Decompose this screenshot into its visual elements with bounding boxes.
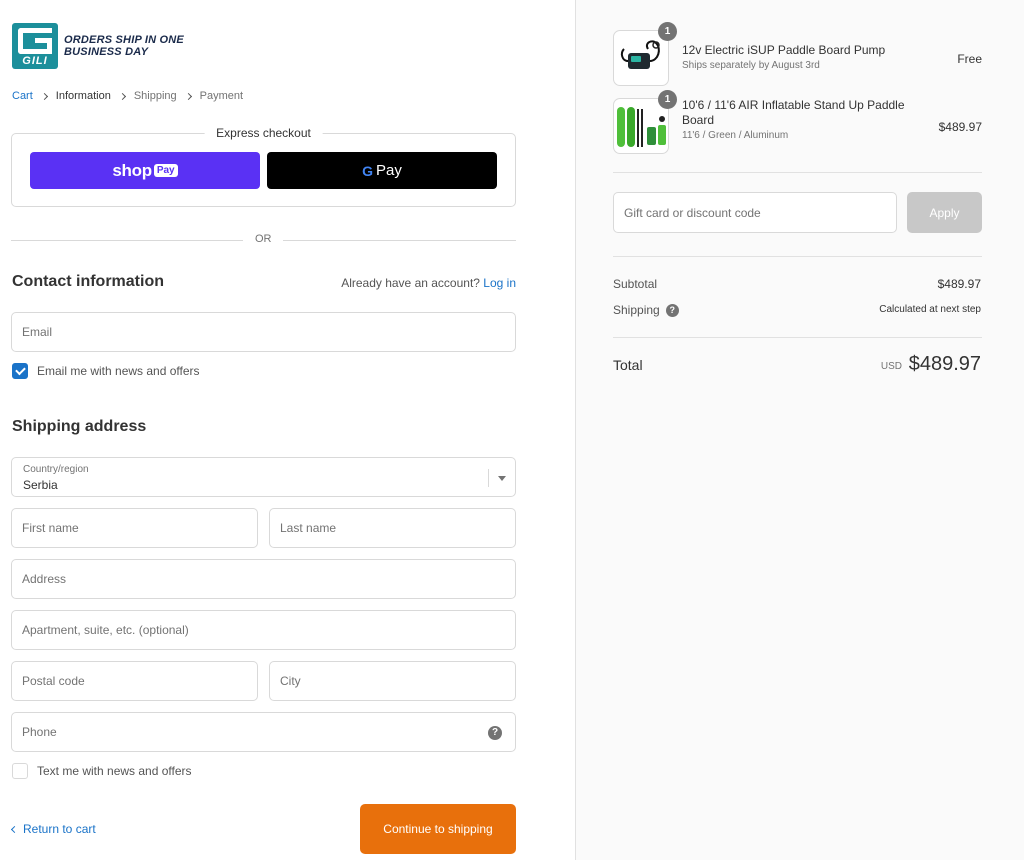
total-value: $489.97 (908, 353, 981, 375)
newsletter-option[interactable]: Email me with news and offers (12, 363, 200, 379)
sms-checkbox[interactable] (12, 763, 28, 779)
product-thumbnail: 1 (613, 22, 677, 86)
or-divider: OR (11, 233, 516, 247)
email-field[interactable] (11, 312, 516, 352)
express-checkout: Express checkout shop Pay G Pay (11, 126, 516, 207)
newsletter-label: Email me with news and offers (37, 364, 200, 378)
postal-code-input[interactable] (12, 662, 257, 700)
newsletter-checkbox[interactable] (12, 363, 28, 379)
continue-to-shipping-button[interactable]: Continue to shipping (360, 804, 516, 854)
country-value: Serbia (23, 478, 58, 492)
total-currency: USD (880, 361, 902, 372)
total-label: Total (613, 357, 643, 373)
google-icon: G (362, 162, 374, 179)
google-pay-button[interactable]: G Pay (267, 152, 497, 189)
discount-code-input[interactable] (614, 193, 896, 232)
divider (613, 172, 982, 173)
help-icon[interactable]: ? (488, 726, 502, 740)
subtotal-label: Subtotal (613, 277, 658, 291)
first-name-field[interactable] (11, 508, 258, 548)
chevron-right-icon (118, 92, 126, 100)
shipping-address-title: Shipping address (12, 418, 147, 435)
chevron-down-icon (498, 476, 506, 481)
apartment-field[interactable] (11, 610, 516, 650)
breadcrumb: Cart Information Shipping Payment (12, 90, 243, 102)
login-link[interactable]: Log in (483, 276, 516, 290)
breadcrumb-cart[interactable]: Cart (12, 90, 33, 102)
order-summary: 1 12v Electric iSUP Paddle Board Pump Sh… (575, 0, 1024, 860)
breadcrumb-shipping: Shipping (133, 90, 177, 102)
country-select[interactable]: Country/region Serbia (11, 457, 516, 497)
item-subtitle: Ships separately by August 3rd (682, 60, 820, 71)
apply-discount-button[interactable]: Apply (907, 192, 982, 233)
shipping-value: Calculated at next step (879, 304, 981, 315)
item-subtitle: 11'6 / Green / Aluminum (682, 130, 789, 141)
subtotal-value: $489.97 (937, 277, 981, 291)
shop-pay-button[interactable]: shop Pay (30, 152, 260, 189)
last-name-field[interactable] (269, 508, 516, 548)
help-icon[interactable]: ? (665, 303, 679, 317)
first-name-input[interactable] (12, 509, 257, 547)
discount-code-field[interactable] (613, 192, 897, 233)
phone-input[interactable] (12, 713, 515, 751)
phone-field[interactable]: ? (11, 712, 516, 752)
checkout-main: GILI ORDERS SHIP IN ONE BUSINESS DAY Car… (0, 0, 575, 860)
postal-code-field[interactable] (11, 661, 258, 701)
breadcrumb-information: Information (55, 90, 111, 102)
divider (613, 337, 982, 338)
address-input[interactable] (12, 560, 515, 598)
logo-tagline: ORDERS SHIP IN ONE BUSINESS DAY (64, 34, 184, 58)
item-name: 12v Electric iSUP Paddle Board Pump (682, 43, 886, 57)
item-price: $489.97 (938, 120, 982, 134)
city-input[interactable] (270, 662, 515, 700)
email-input[interactable] (12, 313, 515, 351)
chevron-right-icon (40, 92, 48, 100)
logo-mark: GILI (12, 23, 58, 69)
item-price: Free (957, 52, 982, 66)
last-name-input[interactable] (270, 509, 515, 547)
address-field[interactable] (11, 559, 516, 599)
line-item: 1 12v Electric iSUP Paddle Board Pump Sh… (613, 22, 983, 86)
breadcrumb-payment: Payment (199, 90, 244, 102)
sms-option[interactable]: Text me with news and offers (12, 763, 192, 779)
store-logo[interactable]: GILI ORDERS SHIP IN ONE BUSINESS DAY (12, 23, 184, 69)
contact-title: Contact information (12, 273, 164, 290)
apartment-input[interactable] (12, 611, 515, 649)
quantity-badge: 1 (658, 22, 677, 41)
country-label: Country/region (23, 464, 89, 475)
item-name: 10'6 / 11'6 AIR Inflatable Stand Up Padd… (682, 98, 905, 127)
chevron-right-icon (184, 92, 192, 100)
account-prompt: Already have an account? Log in (341, 276, 516, 290)
product-thumbnail: 1 (613, 90, 677, 154)
return-to-cart-link[interactable]: Return to cart (10, 822, 96, 836)
chevron-left-icon (10, 825, 19, 833)
quantity-badge: 1 (658, 90, 677, 109)
sms-label: Text me with news and offers (37, 764, 192, 778)
logo-word: GILI (22, 55, 48, 67)
shipping-row-label: Shipping ? (613, 303, 679, 317)
line-item: 1 10'6 / 11'6 AIR Inflatable Stand Up Pa… (613, 90, 983, 154)
city-field[interactable] (269, 661, 516, 701)
express-checkout-title: Express checkout (204, 126, 323, 140)
divider (613, 256, 982, 257)
